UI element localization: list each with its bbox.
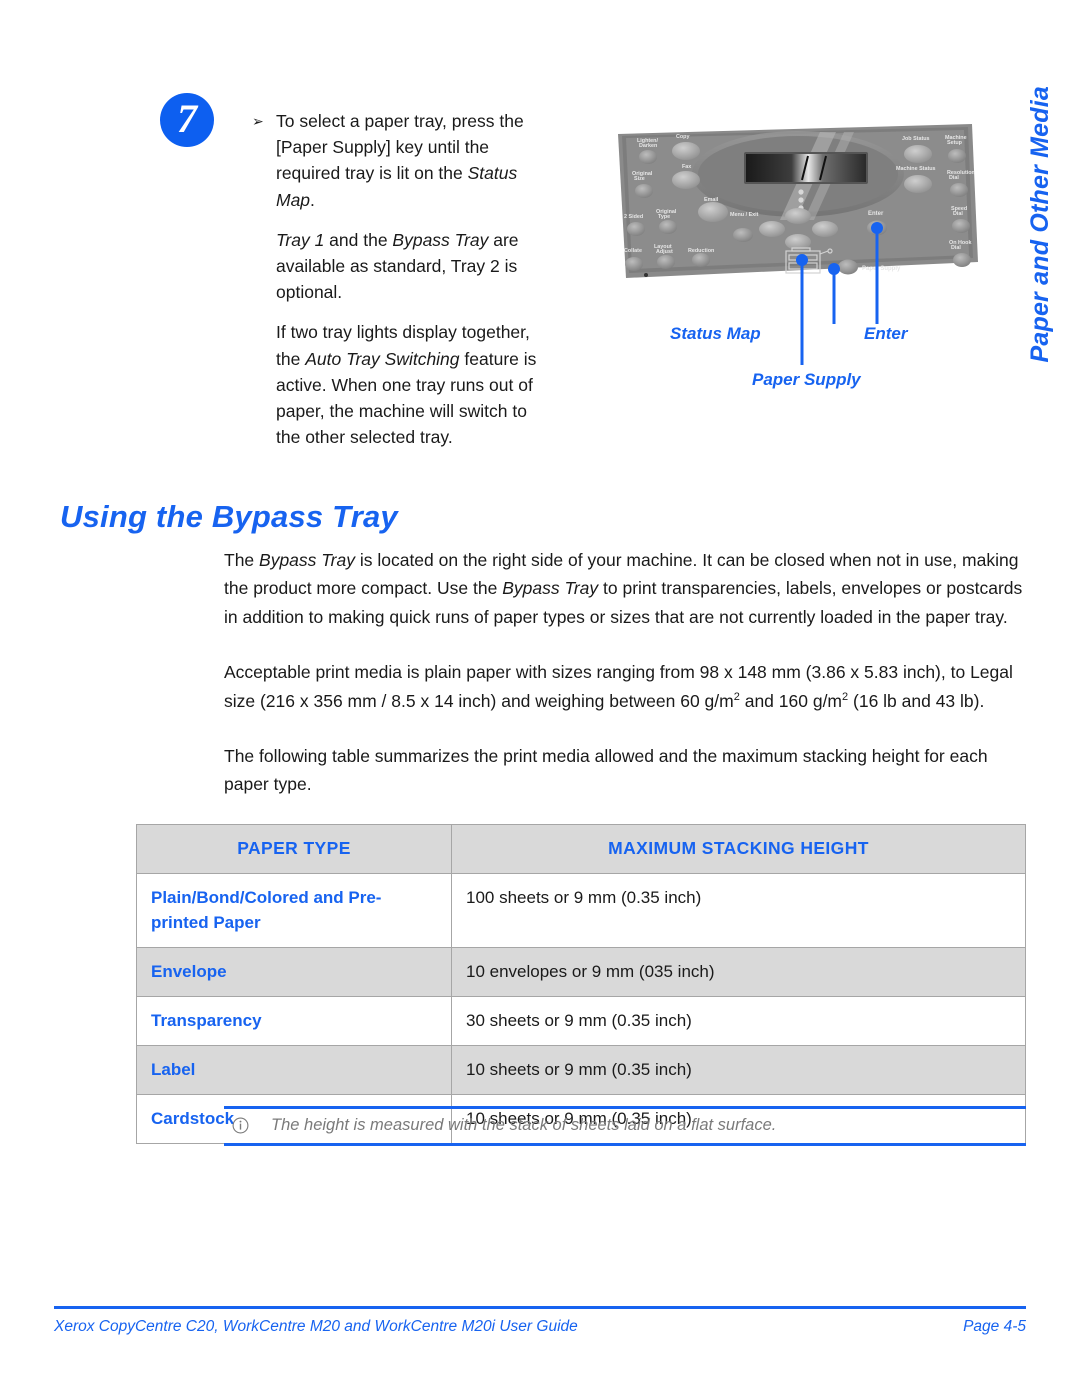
table-row: Transparency 30 sheets or 9 mm (0.35 inc…: [136, 996, 1026, 1046]
media-stacking-height-table: PAPER TYPE MAXIMUM STACKING HEIGHT Plain…: [136, 824, 1026, 1144]
svg-text:Collate: Collate: [624, 248, 642, 254]
svg-text:Copy: Copy: [676, 134, 689, 140]
body-paragraph-1: The Bypass Tray is located on the right …: [224, 550, 1023, 627]
step-instruction-block: ➢ To select a paper tray, press the [Pap…: [252, 108, 552, 464]
cell-stacking-height: 10 sheets or 9 mm (0.35 inch): [451, 1045, 1026, 1095]
note-text: The height is measured with the stack of…: [271, 1116, 777, 1134]
svg-text:Type: Type: [658, 214, 670, 220]
svg-text:Job Status: Job Status: [902, 136, 930, 142]
step-bullet-item: ➢ To select a paper tray, press the [Pap…: [252, 108, 552, 450]
table-body: Plain/Bond/Colored and Pre-printed Paper…: [136, 873, 1026, 1144]
cell-paper-type: Label: [136, 1045, 452, 1095]
side-tab-label: Paper and Other Media: [1026, 86, 1054, 363]
svg-text:Paper Supply: Paper Supply: [862, 266, 901, 272]
step-paragraph-1: To select a paper tray, press the [Paper…: [276, 111, 524, 210]
bullet-arrow-icon: ➢: [252, 113, 264, 129]
cell-paper-type: Plain/Bond/Colored and Pre-printed Paper: [136, 873, 452, 948]
svg-text:Email: Email: [704, 197, 719, 203]
running-head-side-tab: Paper and Other Media: [1026, 86, 1066, 416]
svg-text:Size: Size: [634, 176, 645, 182]
cell-paper-type: Transparency: [136, 996, 452, 1046]
footer-guide-title: Xerox CopyCentre C20, WorkCentre M20 and…: [54, 1318, 578, 1335]
cell-stacking-height: 100 sheets or 9 mm (0.35 inch): [451, 873, 1026, 948]
cell-stacking-height: 30 sheets or 9 mm (0.35 inch): [451, 996, 1026, 1046]
table-header-row: PAPER TYPE MAXIMUM STACKING HEIGHT: [136, 824, 1026, 874]
cell-paper-type: Envelope: [136, 947, 452, 997]
body-paragraph-3: The following table summarizes the print…: [224, 746, 988, 795]
callout-label-status-map: Status Map: [670, 324, 761, 343]
column-header-max-stacking-height: MAXIMUM STACKING HEIGHT: [451, 824, 1026, 874]
table-row: Envelope 10 envelopes or 9 mm (035 inch): [136, 947, 1026, 997]
svg-text:Enter: Enter: [868, 211, 884, 217]
step-paragraph-2: Tray 1 and the Bypass Tray are available…: [276, 229, 519, 303]
svg-text:Setup: Setup: [947, 140, 963, 146]
footer-page-number: Page 4-5: [963, 1318, 1026, 1335]
note-callout: The height is measured with the stack of…: [224, 1106, 1026, 1146]
svg-text:Fax: Fax: [682, 164, 691, 170]
page-heading: Using the Bypass Tray: [60, 498, 398, 534]
note-rule-bottom: [224, 1143, 1026, 1146]
body-content: The Bypass Tray is located on the right …: [224, 546, 1026, 826]
footer-divider: [54, 1306, 1026, 1309]
control-panel-photo: Lighten/ Darken Copy Original Size Fax 2…: [612, 112, 978, 290]
svg-text:Dial: Dial: [951, 245, 961, 251]
table-row: Plain/Bond/Colored and Pre-printed Paper…: [136, 873, 1026, 948]
page-footer: Xerox CopyCentre C20, WorkCentre M20 and…: [54, 1318, 1026, 1336]
svg-text:Reduction: Reduction: [688, 248, 714, 254]
svg-text:Dial: Dial: [953, 211, 963, 217]
svg-text:Darken: Darken: [639, 143, 657, 149]
control-panel-figure: Lighten/ Darken Copy Original Size Fax 2…: [612, 112, 978, 412]
svg-text:Menu / Exit: Menu / Exit: [730, 212, 759, 218]
svg-text:Adjust: Adjust: [656, 249, 673, 255]
callout-label-paper-supply: Paper Supply: [752, 370, 861, 389]
step-number-badge: 7: [160, 93, 214, 147]
column-header-paper-type: PAPER TYPE: [136, 824, 452, 874]
body-paragraph-2: Acceptable print media is plain paper wi…: [224, 662, 1013, 711]
table-row: Label 10 sheets or 9 mm (0.35 inch): [136, 1045, 1026, 1095]
svg-text:Machine Status: Machine Status: [896, 166, 936, 172]
cell-stacking-height: 10 envelopes or 9 mm (035 inch): [451, 947, 1026, 997]
svg-text:Dial: Dial: [949, 175, 959, 181]
step-paragraph-3: If two tray lights display together, the…: [276, 322, 537, 448]
callout-label-enter: Enter: [864, 324, 908, 343]
svg-text:2 Sided: 2 Sided: [624, 214, 643, 220]
info-circle-icon: [232, 1117, 249, 1134]
